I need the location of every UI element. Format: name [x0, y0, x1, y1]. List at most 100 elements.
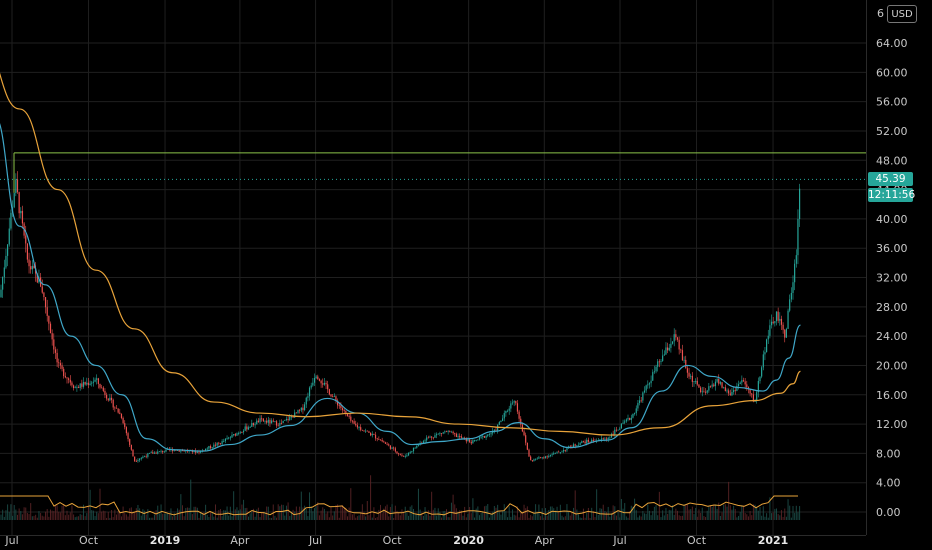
volume-bar: [609, 516, 611, 520]
candle-body: [343, 410, 345, 411]
volume-bar: [449, 517, 451, 520]
volume-bar: [186, 507, 188, 520]
candle-body: [163, 451, 165, 453]
candle-body: [10, 212, 12, 229]
candle-body: [84, 382, 86, 385]
candle-body: [530, 456, 532, 461]
volume-bar: [637, 517, 639, 520]
price-axis-label: 52.00: [876, 125, 908, 138]
volume-bar: [731, 509, 733, 520]
candle-body: [124, 423, 126, 428]
volume-bar: [452, 494, 454, 520]
time-axis-label: Jul: [308, 534, 322, 547]
volume-bar: [162, 513, 164, 520]
candle-body: [0, 289, 2, 298]
volume-bar: [591, 507, 593, 520]
volume-bar: [507, 517, 509, 520]
volume-bar: [388, 516, 390, 520]
candle-body: [218, 442, 220, 444]
volume-bar: [655, 505, 657, 520]
candle-body: [467, 439, 469, 442]
candle-body: [378, 438, 380, 440]
candle-body: [371, 434, 373, 436]
volume-bar: [343, 507, 345, 520]
candle-body: [221, 441, 223, 445]
volume-bar: [455, 508, 457, 520]
volume-bar: [665, 508, 667, 520]
volume-bar: [281, 504, 282, 520]
candle-body: [56, 352, 58, 363]
candle-body: [101, 387, 103, 389]
volume-bar: [625, 516, 627, 520]
volume-bar: [533, 513, 535, 520]
volume-bar: [520, 512, 522, 520]
currency-button[interactable]: USD: [887, 5, 917, 23]
volume-bar: [673, 514, 675, 520]
candle-body: [180, 450, 182, 452]
candle-body: [475, 439, 477, 441]
volume-bar: [63, 504, 65, 520]
candle-body: [581, 441, 583, 444]
volume-bar: [130, 507, 132, 520]
candle-body: [254, 424, 256, 426]
volume-bar: [426, 514, 428, 520]
volume-bar: [68, 514, 70, 520]
candle-body: [609, 437, 611, 439]
volume-bar: [147, 509, 149, 520]
volume-bar: [129, 508, 131, 520]
volume-bar: [56, 505, 58, 520]
volume-bar: [53, 511, 55, 520]
volume-bar: [96, 511, 98, 520]
candle-body: [48, 315, 50, 324]
candle-body: [787, 310, 789, 329]
candle-body: [686, 368, 688, 373]
volume-bar: [561, 515, 563, 520]
candle-body: [553, 453, 555, 455]
volume-bar: [279, 506, 281, 520]
price-axis[interactable]: 664.0060.0056.0052.0048.0044.0040.0036.0…: [876, 7, 908, 519]
volume-bar: [622, 508, 624, 520]
candle-body: [351, 420, 354, 422]
candle-body: [412, 447, 415, 452]
volume-bar: [663, 515, 665, 520]
volume-bar: [378, 509, 380, 520]
volume-bar: [408, 515, 410, 520]
volume-bar: [546, 515, 548, 520]
candle-body: [541, 457, 543, 459]
candle-body: [457, 436, 459, 437]
volume-bar: [477, 506, 479, 520]
candle-body: [112, 399, 114, 408]
volume-bar: [243, 499, 245, 520]
volume-bar: [0, 514, 2, 520]
candle-body: [165, 449, 167, 452]
candle-body: [662, 355, 664, 362]
volume-bar: [15, 509, 17, 520]
volume-bar: [58, 511, 60, 520]
volume-histogram: [0, 475, 801, 520]
volume-bar: [46, 509, 48, 520]
volume-bar: [254, 516, 256, 520]
volume-bar: [114, 509, 116, 520]
volume-bar: [413, 508, 414, 520]
volume-bar: [597, 514, 599, 520]
candle-body: [86, 382, 88, 385]
candle-body: [153, 452, 156, 454]
volume-bar: [782, 516, 784, 520]
candle-body: [432, 437, 434, 439]
volume-bar: [69, 512, 71, 520]
volume-bar: [447, 517, 449, 520]
volume-bar: [615, 515, 617, 520]
candle-body: [21, 210, 24, 224]
candle-body: [277, 425, 279, 427]
candle-body: [764, 352, 766, 355]
candle-body: [459, 436, 461, 437]
volume-bar: [705, 517, 707, 520]
volume-bar: [120, 516, 122, 520]
candle-body: [508, 408, 510, 411]
chart-root: 664.0060.0056.0052.0048.0044.0040.0036.0…: [0, 0, 932, 550]
volume-bar: [206, 514, 208, 520]
price-chart[interactable]: 664.0060.0056.0052.0048.0044.0040.0036.0…: [0, 0, 932, 550]
candle-body: [162, 450, 164, 453]
volume-bar: [403, 511, 405, 520]
candle-body: [2, 277, 4, 290]
